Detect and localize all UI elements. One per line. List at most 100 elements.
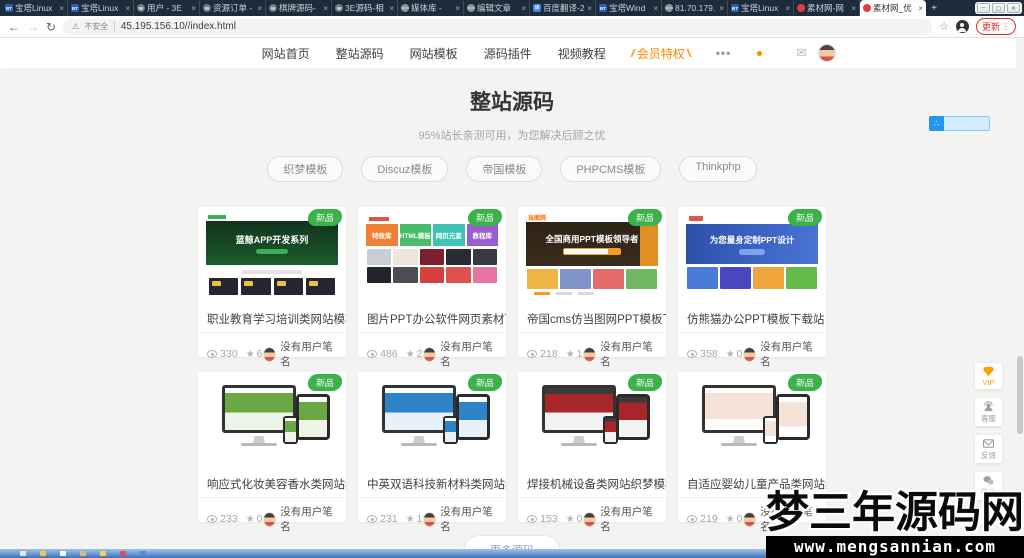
template-card[interactable]: 新品 当图网 全国商用PPT模板领导者 帝国cms仿当图网PPT模板下载网站源码… [518, 207, 666, 368]
card-title[interactable]: 职业教育学习培训类网站模板（带手 [198, 305, 346, 333]
card-author[interactable]: 没有用户笔名 [582, 339, 657, 369]
tab-close-icon[interactable]: × [918, 4, 923, 13]
card-title[interactable]: 中英双语科技新材料类网站织梦模板 [358, 470, 506, 498]
browser-tab[interactable]: W 3E源码-相 × [332, 0, 398, 16]
template-card[interactable]: 新品 焊接机械设备类网站织梦模板(带手机 153 ★0 没有用户笔名 [518, 372, 666, 533]
window-controls: ─ ▢ ✕ [975, 2, 1022, 14]
template-card[interactable]: 新品 中英双语科技新材料类网站织梦模板 231 ★1 没有用户笔名 [358, 372, 506, 533]
url-text: 45.195.156.10//index.html [120, 21, 236, 32]
browser-tab[interactable]: 编辑文章 × [464, 0, 530, 16]
star-icon: ★ [245, 513, 255, 525]
new-tab-button[interactable]: + [926, 0, 942, 16]
tab-close-icon[interactable]: × [851, 4, 856, 13]
template-card[interactable]: 新品 为您量身定制PPT设计 仿熊猫办公PPT模板下载站（带会员、 358 ★0… [678, 207, 826, 368]
card-title[interactable]: 响应式化妆美容香水类网站织梦模板 [198, 470, 346, 498]
browser-tab[interactable]: 素材网-网 × [794, 0, 860, 16]
card-author[interactable]: 没有用户笔名 [582, 504, 657, 534]
tab-close-icon[interactable]: × [587, 4, 592, 13]
tab-close-icon[interactable]: × [125, 4, 130, 13]
card-author[interactable]: 没有用户笔名 [742, 339, 817, 369]
tab-close-icon[interactable]: × [389, 4, 394, 13]
chrome-update-button[interactable]: 更新 ⋮ [975, 18, 1016, 35]
browser-profile-icon[interactable] [955, 20, 969, 33]
views-count: 153 [540, 513, 558, 525]
taskbar-app-icon[interactable] [120, 551, 126, 556]
template-card[interactable]: 新品 蓝鲸APP开发系列 职业教育学习培训类网站模板（带手 330 ★6 没有用… [198, 207, 346, 368]
nav-item-video[interactable]: 视频教程 [558, 45, 606, 62]
nav-item-plugins[interactable]: 源码插件 [484, 45, 532, 62]
browser-tab[interactable]: 译百度翻译-2 × [530, 0, 596, 16]
browser-tab[interactable]: W 棋牌源码- × [266, 0, 332, 16]
taskbar-app-icon[interactable] [20, 551, 26, 556]
taskbar-app-icon[interactable] [60, 551, 66, 556]
card-author[interactable]: 没有用户笔名 [262, 504, 337, 534]
nav-item-vip[interactable]: 会员特权 [630, 45, 692, 62]
extension-icon[interactable]: ∴ [929, 116, 944, 131]
scrollbar-thumb[interactable] [1017, 356, 1023, 434]
sidebar-vip-button[interactable]: VIP [975, 363, 1002, 389]
filter-zhimeng[interactable]: 织梦模板 [267, 156, 344, 182]
nav-item-home[interactable]: 网站首页 [262, 45, 310, 62]
browser-tab[interactable]: BT 宝塔Wind × [596, 0, 662, 16]
browser-tab[interactable]: BT 宝塔Linux × [728, 0, 794, 16]
vip-gem-icon [983, 366, 994, 377]
author-avatar [422, 346, 437, 362]
filter-diguo[interactable]: 帝国模板 [466, 156, 543, 182]
browser-tab[interactable]: BT 宝塔Linux × [68, 0, 134, 16]
tab-close-icon[interactable]: × [653, 4, 658, 13]
card-thumbnail: 为您量身定制PPT设计 [686, 213, 818, 305]
card-author[interactable]: 没有用户笔名 [262, 339, 337, 369]
card-title[interactable]: 图片PPT办公软件网页素材下载站平台 [358, 305, 506, 333]
message-envelope-icon[interactable]: ✉ [796, 45, 807, 61]
browser-menu-icon[interactable]: ⋮ [1002, 22, 1010, 31]
tab-close-icon[interactable]: × [521, 4, 526, 13]
taskbar-app-icon[interactable] [100, 551, 106, 556]
minimize-button[interactable]: ─ [977, 3, 990, 13]
sidebar-feedback-button[interactable]: 反馈 [975, 435, 1002, 463]
tab-close-icon[interactable]: × [719, 4, 724, 13]
taskbar-app-icon[interactable] [80, 551, 86, 556]
card-title[interactable]: 焊接机械设备类网站织梦模板(带手机 [518, 470, 666, 498]
new-badge: 新品 [466, 374, 504, 391]
nav-item-templates[interactable]: 网站模板 [410, 45, 458, 62]
forward-icon[interactable]: → [27, 20, 39, 34]
browser-tab[interactable]: W 资源订单 - × [200, 0, 266, 16]
card-title[interactable]: 帝国cms仿当图网PPT模板下载网站源码 [518, 305, 666, 333]
tab-close-icon[interactable]: × [455, 4, 460, 13]
reload-icon[interactable]: ↻ [46, 20, 56, 34]
taskbar-app-icon[interactable] [40, 551, 46, 556]
back-icon[interactable]: ← [8, 20, 20, 34]
card-title[interactable]: 仿熊猫办公PPT模板下载站（带会员、 [678, 305, 826, 333]
card-author[interactable]: 没有用户笔名 [422, 504, 497, 534]
scrollbar-track[interactable] [1016, 38, 1024, 558]
url-box[interactable]: ⚠ 不安全 | 45.195.156.10//index.html [63, 18, 933, 35]
user-avatar[interactable] [818, 44, 836, 62]
maximize-button[interactable]: ▢ [992, 3, 1005, 13]
taskbar-app-icon[interactable] [140, 551, 146, 556]
filter-discuz[interactable]: Discuz模板 [361, 156, 449, 182]
browser-tab[interactable]: BT 宝塔Linux × [2, 0, 68, 16]
browser-tab-active[interactable]: 素材网_优 × [860, 0, 926, 16]
close-button[interactable]: ✕ [1007, 3, 1020, 13]
author-avatar [262, 511, 277, 527]
tab-close-icon[interactable]: × [323, 4, 328, 13]
nav-item-source[interactable]: 整站源码 [336, 45, 384, 62]
bookmark-star-icon[interactable]: ☆ [939, 20, 949, 33]
filter-phpcms[interactable]: PHPCMS模板 [560, 156, 662, 182]
browser-tab[interactable]: W 用户 - 3E × [134, 0, 200, 16]
site-navigation: 网站首页 整站源码 网站模板 源码插件 视频教程 会员特权 ••• ✉ [0, 38, 1024, 68]
tab-close-icon[interactable]: × [785, 4, 790, 13]
tab-close-icon[interactable]: × [257, 4, 262, 13]
tab-close-icon[interactable]: × [59, 4, 64, 13]
browser-tab[interactable]: 媒体库 - × [398, 0, 464, 16]
template-card[interactable]: 新品 响应式化妆美容香水类网站织梦模板 233 ★0 没有用户笔名 [198, 372, 346, 533]
filter-thinkphp[interactable]: Thinkphp [679, 156, 757, 182]
extension-overlay-widget[interactable]: ∴ [929, 116, 990, 131]
card-author[interactable]: 没有用户笔名 [422, 339, 497, 369]
nav-more-menu[interactable]: ••• [716, 46, 732, 60]
watermark-title: 梦三年源码网 [766, 488, 1024, 537]
browser-tab[interactable]: 81.70.179. × [662, 0, 728, 16]
tab-close-icon[interactable]: × [191, 4, 196, 13]
template-card[interactable]: 新品 特效库 HTML模板 网页元素 教程库 图片PPT办公软件网页素材下载站平… [358, 207, 506, 368]
sidebar-service-button[interactable]: 客服 [975, 398, 1002, 426]
